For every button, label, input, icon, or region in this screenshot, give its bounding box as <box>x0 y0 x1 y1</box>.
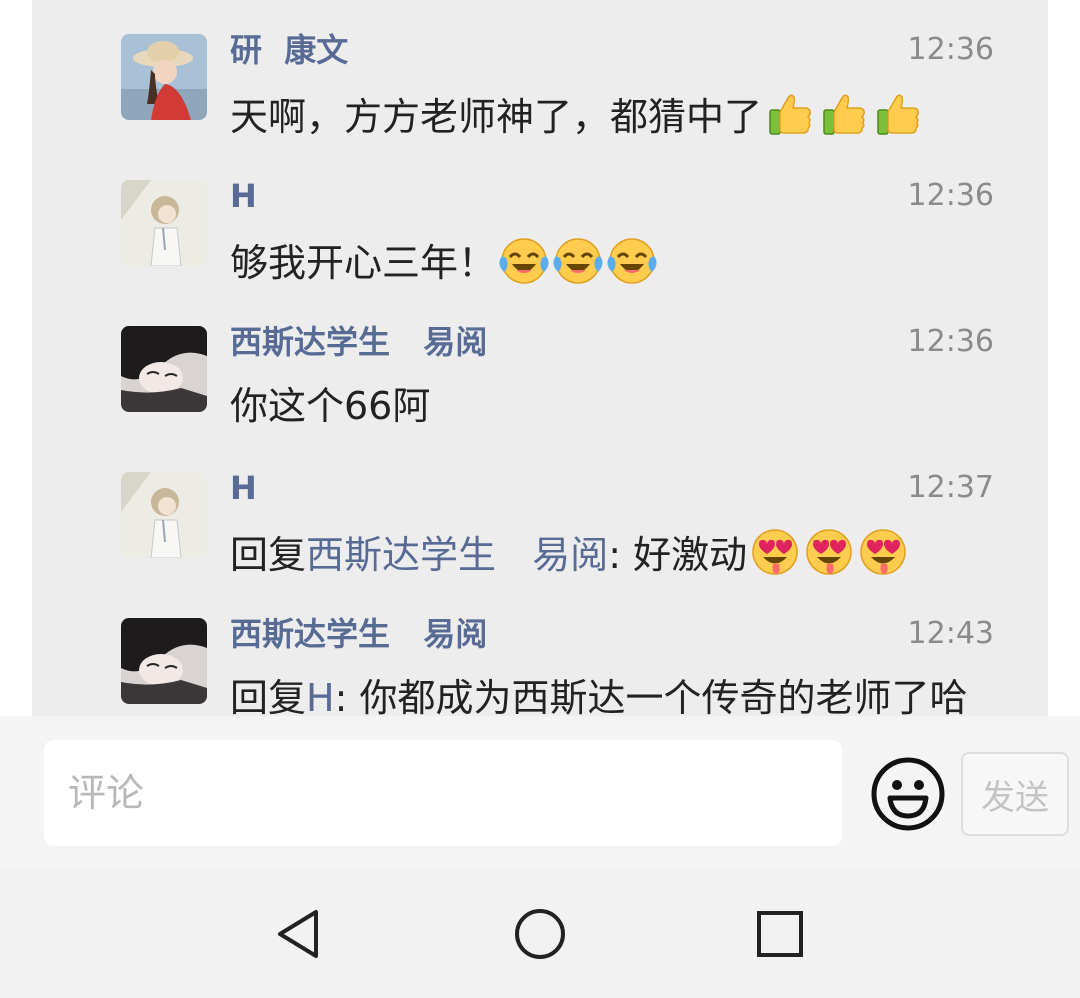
comment-text: 天啊，方方老师神了，都猜中了 <box>230 88 924 143</box>
reply-prefix: 回复 <box>230 676 307 716</box>
back-triangle-icon[interactable] <box>270 904 330 964</box>
smiley-face-icon[interactable] <box>870 756 946 832</box>
avatar[interactable] <box>121 180 207 266</box>
comment-item: 研 康文 12:36 天啊，方方老师神了，都猜中了 <box>32 0 1048 146</box>
comment-body: 天啊，方方老师神了，都猜中了 <box>230 95 763 139</box>
comment-body: 够我开心三年！ <box>230 241 497 285</box>
thumbs-up-icon <box>764 88 816 140</box>
heart-eyes-face-icon <box>803 526 855 578</box>
avatar[interactable] <box>121 618 207 704</box>
system-navigation-bar <box>0 868 1080 998</box>
reply-prefix: 回复 <box>230 533 307 577</box>
comment-author[interactable]: 西斯达学生 易阅 <box>230 614 487 654</box>
comment-body: 你都成为西斯达一个传奇的老师了哈 <box>359 676 968 716</box>
recents-square-icon[interactable] <box>750 904 810 964</box>
comment-text: 回复H: 你都成为西斯达一个传奇的老师了哈 <box>230 672 968 716</box>
comment-body: 好激动 <box>633 533 748 577</box>
comment-timestamp: 12:37 <box>907 470 994 505</box>
comment-author[interactable]: H <box>230 176 257 216</box>
comment-author[interactable]: 研 康文 <box>230 30 348 70</box>
comment-text: 回复西斯达学生 易阅: 好激动 <box>230 526 909 581</box>
comment-text: 你这个66阿 <box>230 380 430 432</box>
reply-separator: : <box>608 533 634 577</box>
face-with-tears-of-joy-icon <box>498 234 550 286</box>
heart-eyes-face-icon <box>749 526 801 578</box>
reply-to-link[interactable]: H <box>306 676 335 716</box>
face-with-tears-of-joy-icon <box>606 234 658 286</box>
comment-timestamp: 12:36 <box>907 178 994 213</box>
comment-author[interactable]: 西斯达学生 易阅 <box>230 322 487 362</box>
comment-body: 你这个66阿 <box>230 384 431 428</box>
comment-timestamp: 12:36 <box>907 324 994 359</box>
comment-input[interactable] <box>44 740 842 846</box>
send-button[interactable]: 发送 <box>961 752 1069 836</box>
comment-author[interactable]: H <box>230 468 257 508</box>
comment-timestamp: 12:36 <box>907 32 994 67</box>
avatar[interactable] <box>121 472 207 558</box>
avatar[interactable] <box>121 326 207 412</box>
reply-separator: : <box>334 676 360 716</box>
comments-panel: 研 康文 12:36 天啊，方方老师神了，都猜中了 H 12:36 够我开心三年… <box>32 0 1048 716</box>
reply-to-link[interactable]: 西斯达学生 易阅 <box>306 533 608 577</box>
avatar[interactable] <box>121 34 207 120</box>
comment-item: 西斯达学生 易阅 12:36 你这个66阿 <box>32 292 1048 438</box>
comment-text: 够我开心三年！ <box>230 234 658 289</box>
comment-timestamp: 12:43 <box>907 616 994 651</box>
comment-item: 西斯达学生 易阅 12:43 回复H: 你都成为西斯达一个传奇的老师了哈 <box>32 584 1048 716</box>
thumbs-up-icon <box>872 88 924 140</box>
comment-composer: 发送 <box>0 716 1080 868</box>
thumbs-up-icon <box>818 88 870 140</box>
heart-eyes-face-icon <box>857 526 909 578</box>
face-with-tears-of-joy-icon <box>552 234 604 286</box>
home-circle-icon[interactable] <box>510 904 570 964</box>
comment-item: H 12:37 回复西斯达学生 易阅: 好激动 <box>32 438 1048 584</box>
comment-item: H 12:36 够我开心三年！ <box>32 146 1048 292</box>
